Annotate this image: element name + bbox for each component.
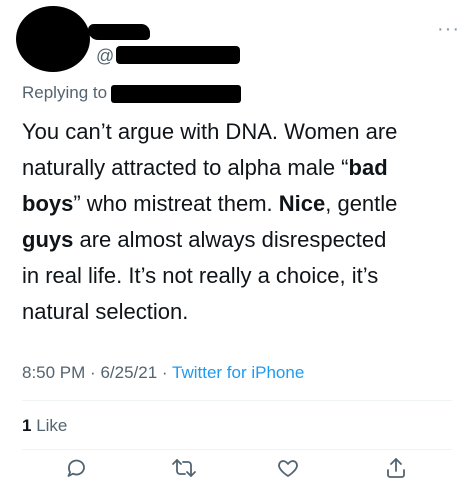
- replying-to: Replying to: [22, 83, 242, 103]
- share-button[interactable]: [382, 456, 410, 484]
- tweet-text: You can’t argue with DNA. Women are natu…: [22, 114, 462, 330]
- like-count: 1: [22, 416, 32, 435]
- like-icon: [276, 456, 300, 485]
- tweet-text-line: You can’t argue with DNA. Women are: [22, 119, 398, 144]
- redacted-handle: [116, 46, 240, 64]
- tweet-text-line: boys” who mistreat them. Nice, gentle: [22, 191, 398, 216]
- tweet-source[interactable]: Twitter for iPhone: [172, 363, 304, 382]
- more-icon[interactable]: ···: [437, 19, 460, 39]
- divider: [22, 400, 452, 401]
- avatar[interactable]: [16, 6, 90, 72]
- tweet-header: @ ···: [0, 0, 474, 80]
- likes-summary[interactable]: 1 Like: [22, 416, 67, 436]
- tweet-text-line: naturally attracted to alpha male “bad: [22, 155, 388, 180]
- reply-icon: [64, 456, 88, 485]
- reply-button[interactable]: [62, 456, 90, 484]
- share-icon: [384, 456, 408, 485]
- meta-separator: ·: [161, 363, 168, 382]
- tweet-text-line: in real life. It’s not really a choice, …: [22, 263, 379, 288]
- tweet-meta: 8:50 PM · 6/25/21 · Twitter for iPhone: [22, 363, 304, 383]
- handle-prefix: @: [96, 46, 115, 66]
- tweet-text-line: natural selection.: [22, 299, 189, 324]
- retweet-icon: [171, 456, 197, 485]
- meta-separator: ·: [90, 363, 96, 382]
- tweet-date[interactable]: 6/25/21: [100, 363, 157, 382]
- redacted-reply-handle[interactable]: [111, 84, 242, 103]
- like-label: Like: [36, 416, 68, 435]
- redacted-display-name: [88, 24, 150, 40]
- retweet-button[interactable]: [170, 456, 198, 484]
- tweet-time[interactable]: 8:50 PM: [22, 363, 85, 382]
- action-bar: [0, 456, 474, 486]
- like-button[interactable]: [274, 456, 302, 484]
- divider: [22, 449, 452, 450]
- replying-to-label: Replying to: [22, 83, 108, 102]
- tweet-text-line: guys are almost always disrespected: [22, 227, 387, 252]
